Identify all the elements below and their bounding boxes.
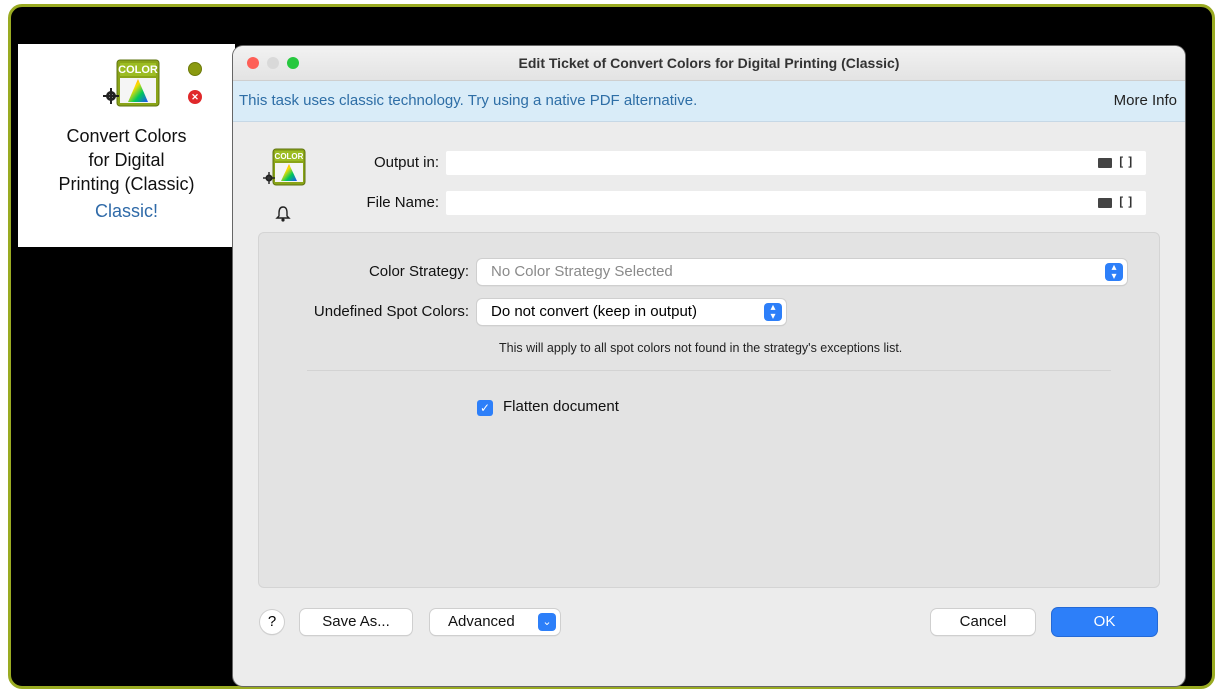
chevron-down-icon: ⌄ (538, 613, 556, 631)
color-strategy-value: No Color Strategy Selected (491, 263, 673, 280)
chevron-updown-icon: ▴ ▾ (764, 303, 782, 322)
undefined-spot-colors-label: Undefined Spot Colors: (313, 303, 469, 320)
undefined-spot-colors-value: Do not convert (keep in output) (491, 303, 697, 320)
undefined-spot-colors-select[interactable]: Do not convert (keep in output) ▴ ▾ (477, 299, 786, 325)
window-title: Edit Ticket of Convert Colors for Digita… (518, 55, 900, 71)
color-strategy-select[interactable]: No Color Strategy Selected ▴ ▾ (477, 259, 1127, 285)
advanced-label: Advanced (448, 613, 515, 630)
flatten-document-checkbox[interactable]: ✓ (477, 400, 493, 416)
output-in-field[interactable]: [] (446, 151, 1146, 175)
classic-label: Classic! (94, 201, 158, 221)
color-strategy-label: Color Strategy: (368, 263, 469, 280)
task-title-line: Printing (Classic) (58, 174, 195, 194)
advanced-button[interactable]: Advanced ⌄ (430, 609, 560, 635)
color-wheel-icon: COLOR (263, 148, 307, 188)
ok-button[interactable]: OK (1052, 608, 1157, 636)
error-icon[interactable] (188, 90, 202, 104)
folder-icon[interactable] (1097, 158, 1112, 168)
file-name-field[interactable]: [] (446, 191, 1146, 215)
settings-panel: Color Strategy: No Color Strategy Select… (258, 232, 1160, 588)
flatten-document-label[interactable]: Flatten document (503, 398, 619, 415)
folder-icon[interactable] (1097, 198, 1112, 208)
help-button[interactable]: ? (260, 610, 284, 634)
task-panel[interactable]: COLOR Convert Colors for Digital Printin… (18, 44, 235, 247)
task-title-line: for Digital (88, 150, 165, 170)
window-titlebar[interactable]: Edit Ticket of Convert Colors for Digita… (233, 46, 1185, 81)
color-wheel-icon: COLOR (101, 58, 161, 110)
divider (307, 370, 1111, 371)
cancel-button[interactable]: Cancel (931, 609, 1035, 635)
save-as-button[interactable]: Save As... (300, 609, 412, 635)
info-banner: This task uses classic technology. Try u… (233, 81, 1185, 122)
edit-ticket-dialog: Edit Ticket of Convert Colors for Digita… (233, 46, 1185, 686)
color-badge-text: COLOR (275, 152, 304, 161)
task-title: Convert Colors for Digital Printing (Cla… (18, 124, 235, 196)
checkmark-icon: ✓ (479, 401, 491, 415)
more-info-link[interactable]: More Info (1114, 81, 1177, 121)
color-badge-text: COLOR (118, 64, 158, 76)
status-dot-icon (188, 62, 202, 76)
info-banner-text: This task uses classic technology. Try u… (239, 92, 698, 109)
file-name-label: File Name: (366, 194, 439, 211)
output-in-label: Output in: (373, 154, 439, 171)
task-title-line: Convert Colors (66, 126, 187, 146)
spot-colors-hint: This will apply to all spot colors not f… (499, 341, 903, 355)
bell-icon[interactable] (275, 205, 291, 223)
chevron-updown-icon: ▴ ▾ (1105, 263, 1123, 282)
variable-brackets-icon[interactable]: [] (1118, 195, 1136, 209)
variable-brackets-icon[interactable]: [] (1118, 155, 1136, 169)
